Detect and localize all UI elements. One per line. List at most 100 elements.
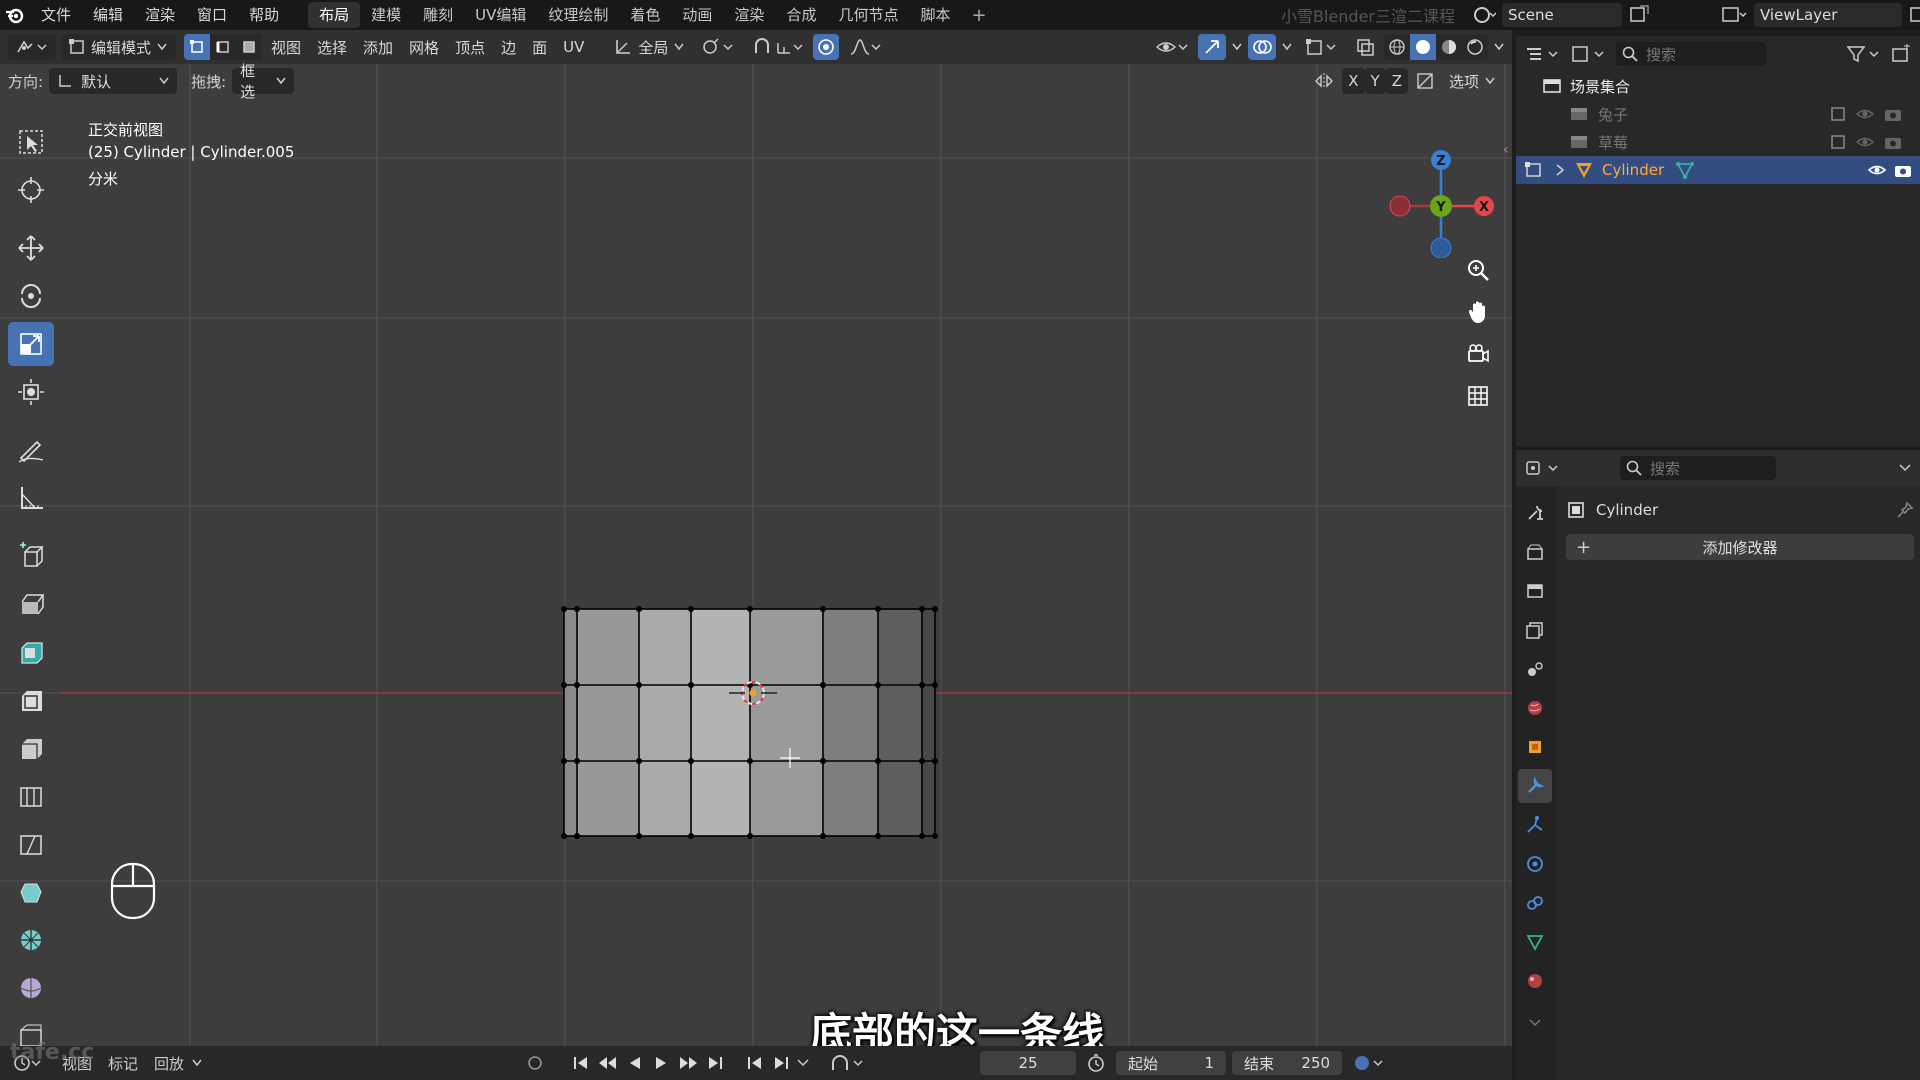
display-mode-icon[interactable] — [1570, 44, 1608, 64]
view-layer-tab-icon[interactable] — [1518, 613, 1552, 647]
wireframe-shading-icon[interactable] — [1384, 34, 1410, 60]
chevron-down-icon[interactable] — [1898, 463, 1912, 473]
smooth-tool-icon[interactable] — [8, 918, 54, 962]
edit-mode-toggle-icon[interactable] — [1524, 161, 1546, 179]
auto-keying-icon[interactable] — [520, 1054, 550, 1072]
camera-icon[interactable] — [1884, 134, 1902, 150]
menu-select[interactable]: 选择 — [310, 34, 354, 60]
add-modifier-button[interactable]: + 添加修改器 — [1566, 534, 1914, 560]
grid-perspective-icon[interactable] — [1460, 378, 1496, 414]
tab-texture-paint[interactable]: 纹理绘制 — [537, 2, 619, 28]
gizmo-dropdown[interactable] — [1228, 34, 1246, 60]
proportional-edit-icon[interactable] — [813, 34, 840, 60]
world-tab-icon[interactable] — [1518, 691, 1552, 725]
outliner-item-rabbit[interactable]: 兔子 — [1516, 100, 1920, 128]
menu-view[interactable]: 视图 — [264, 34, 308, 60]
topology-mirror-icon[interactable] — [1408, 68, 1442, 94]
physics-tab-icon[interactable] — [1518, 847, 1552, 881]
options-dropdown[interactable]: 选项 — [1442, 68, 1502, 94]
tab-animation[interactable]: 动画 — [671, 2, 723, 28]
edge-slide-tool-icon[interactable] — [8, 966, 54, 1010]
pin-icon[interactable] — [1896, 501, 1914, 519]
solid-shading-icon[interactable] — [1410, 34, 1436, 60]
chevron-down-icon[interactable] — [796, 1059, 810, 1067]
play-reverse-icon[interactable] — [624, 1054, 646, 1072]
object-tab-icon[interactable] — [1518, 730, 1552, 764]
outliner-item-cylinder[interactable]: Cylinder — [1516, 156, 1920, 184]
new-collection-icon[interactable] — [1890, 44, 1912, 64]
inset-tool-icon[interactable] — [8, 630, 54, 674]
tab-compositing[interactable]: 合成 — [775, 2, 827, 28]
stopwatch-icon[interactable] — [1084, 1053, 1108, 1073]
3d-cursor-icon[interactable] — [727, 678, 777, 708]
material-shading-icon[interactable] — [1436, 34, 1462, 60]
tool-tab-icon[interactable] — [1518, 496, 1552, 530]
tab-scripting[interactable]: 脚本 — [909, 2, 961, 28]
zoom-icon[interactable] — [1460, 252, 1496, 288]
sync-toggle-icon[interactable] — [1348, 1053, 1392, 1073]
pan-hand-icon[interactable] — [1460, 294, 1496, 330]
play-icon[interactable] — [650, 1054, 672, 1072]
scene-name-field[interactable]: Scene — [1502, 3, 1622, 27]
menu-window[interactable]: 窗口 — [186, 0, 238, 30]
falloff-button[interactable] — [841, 34, 889, 60]
tab-modeling[interactable]: 建模 — [360, 2, 412, 28]
properties-editor-type-icon[interactable] — [1524, 458, 1562, 478]
measure-tool-icon[interactable] — [8, 476, 54, 520]
select-box-tool-icon[interactable] — [8, 120, 54, 164]
modifier-tab-icon[interactable] — [1518, 769, 1552, 803]
checkbox-icon[interactable] — [1830, 134, 1846, 150]
menu-add[interactable]: 添加 — [356, 34, 400, 60]
knife-tool-icon[interactable] — [8, 774, 54, 818]
outliner-item-strawberry[interactable]: 草莓 — [1516, 128, 1920, 156]
jump-end-icon[interactable] — [704, 1054, 726, 1072]
current-frame-field[interactable]: 25 — [980, 1051, 1077, 1075]
add-workspace-button[interactable]: + — [961, 5, 996, 26]
jump-keyframe-forward-icon[interactable] — [676, 1054, 700, 1072]
navigation-gizmo[interactable]: Z Y X — [1388, 148, 1498, 258]
chevron-down-icon[interactable] — [1518, 1006, 1552, 1040]
orientation-setting-dropdown[interactable]: 默认 — [49, 68, 178, 94]
edge-select-icon[interactable] — [210, 34, 236, 60]
menu-file[interactable]: 文件 — [30, 0, 82, 30]
drag-setting-dropdown[interactable]: 框选 — [232, 62, 295, 101]
constraints-tab-icon[interactable] — [1518, 886, 1552, 920]
tab-shading[interactable]: 着色 — [619, 2, 671, 28]
outliner-editor-type-icon[interactable] — [1524, 44, 1562, 64]
loop-cut-tool-icon[interactable] — [8, 726, 54, 770]
mesh-edit-overlay-icon[interactable] — [1298, 34, 1346, 60]
blender-logo-icon[interactable] — [0, 0, 30, 30]
overlay-dropdown[interactable] — [1278, 34, 1296, 60]
data-tab-icon[interactable] — [1518, 925, 1552, 959]
snap-button[interactable] — [745, 34, 811, 60]
material-tab-icon[interactable] — [1518, 964, 1552, 998]
vertex-select-icon[interactable] — [184, 34, 210, 60]
menu-render[interactable]: 渲染 — [134, 0, 186, 30]
menu-vertex[interactable]: 顶点 — [448, 34, 492, 60]
tab-uv-editing[interactable]: UV编辑 — [464, 2, 537, 28]
editor-type-button[interactable] — [8, 34, 56, 60]
3d-viewport[interactable]: 编辑模式 视图 选择 添加 网格 顶点 边 面 UV 全局 方向: 默认 拖拽:… — [0, 30, 1512, 1080]
start-frame-field[interactable]: 起始 1 — [1116, 1051, 1227, 1075]
filter-icon[interactable] — [1846, 44, 1882, 64]
view-layer-selector[interactable]: ViewLayer — [1720, 3, 1920, 27]
prev-frame-icon[interactable] — [744, 1054, 766, 1072]
next-frame-icon[interactable] — [770, 1054, 792, 1072]
scale-tool-icon[interactable] — [8, 322, 54, 366]
menu-face[interactable]: 面 — [525, 34, 554, 60]
bevel-tool-icon[interactable] — [8, 678, 54, 722]
eye-icon[interactable] — [1856, 134, 1874, 150]
annotate-tool-icon[interactable] — [8, 428, 54, 472]
rendered-shading-icon[interactable] — [1462, 34, 1488, 60]
end-frame-field[interactable]: 结束 250 — [1232, 1051, 1343, 1075]
eye-icon[interactable] — [1868, 162, 1886, 178]
output-tab-icon[interactable] — [1518, 574, 1552, 608]
tab-geometry-nodes[interactable]: 几何节点 — [827, 2, 909, 28]
checkbox-icon[interactable] — [1830, 106, 1846, 122]
view-layer-field[interactable]: ViewLayer — [1754, 3, 1902, 27]
tab-rendering[interactable]: 渲染 — [723, 2, 775, 28]
visibility-toggle-icon[interactable] — [1148, 34, 1196, 60]
keying-set-icon[interactable] — [830, 1053, 870, 1073]
collapse-sidebar-icon[interactable]: ‹ — [1503, 142, 1509, 158]
scene-tab-icon[interactable] — [1518, 652, 1552, 686]
